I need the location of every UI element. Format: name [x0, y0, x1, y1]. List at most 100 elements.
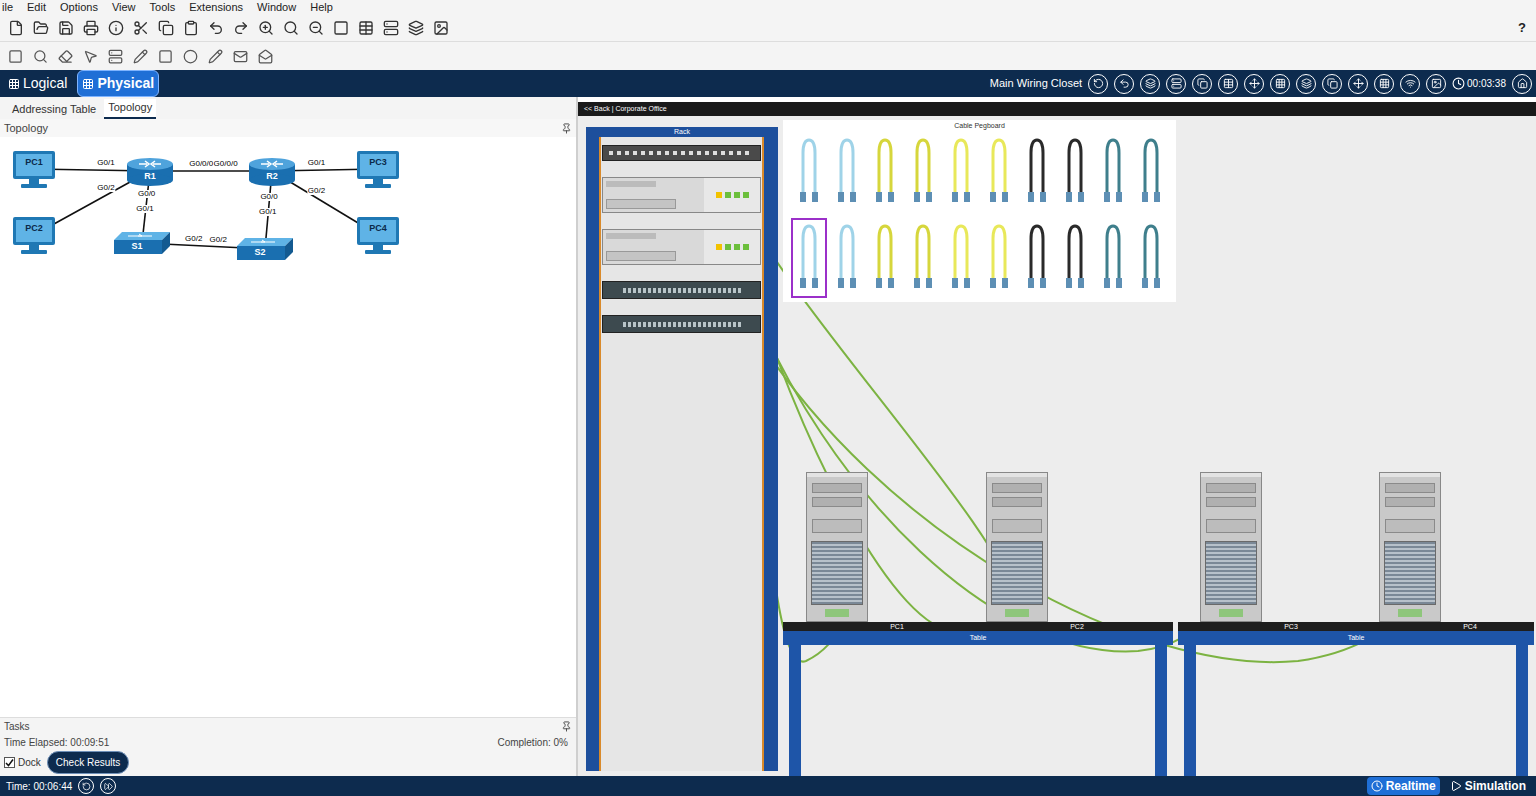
view-tab[interactable]: Logical — [4, 71, 71, 96]
workspace-button[interactable] — [1322, 74, 1342, 94]
pegboard-cable[interactable] — [791, 218, 827, 298]
pc-tower[interactable] — [806, 472, 868, 622]
menu-item[interactable]: Edit — [27, 2, 46, 13]
layers-icon[interactable] — [408, 20, 424, 36]
image-icon[interactable] — [433, 20, 449, 36]
check-results-button[interactable]: Check Results — [47, 751, 129, 774]
note-icon[interactable] — [108, 49, 123, 64]
switch-node[interactable]: S1 — [112, 230, 172, 256]
workspace-button[interactable] — [1140, 74, 1160, 94]
pc-node[interactable]: PC3 — [355, 149, 401, 189]
info-icon[interactable] — [108, 20, 124, 36]
view-tab[interactable]: Physical — [77, 70, 159, 97]
menu-item[interactable]: ile — [2, 2, 13, 13]
open-icon[interactable] — [33, 20, 49, 36]
simple-pdu-icon[interactable] — [233, 49, 248, 64]
workspace-button[interactable] — [1270, 74, 1290, 94]
line-icon[interactable] — [133, 49, 148, 64]
mode-button[interactable]: Realtime — [1367, 777, 1440, 795]
pegboard-cable[interactable] — [1057, 218, 1093, 298]
pc-node[interactable]: PC4 — [355, 215, 401, 255]
undo-icon[interactable] — [208, 20, 224, 36]
workspace-button[interactable] — [1244, 74, 1264, 94]
workspace-button[interactable] — [1296, 74, 1316, 94]
home-button[interactable] — [1512, 74, 1532, 94]
switch-node[interactable]: S2 — [235, 236, 295, 262]
panel-tab[interactable]: Topology — [104, 99, 156, 120]
rectangle-icon[interactable] — [158, 49, 173, 64]
workspace-button[interactable] — [1400, 74, 1420, 94]
copy-icon[interactable] — [158, 20, 174, 36]
pegboard-cable[interactable] — [981, 218, 1017, 298]
custom-device-icon[interactable] — [358, 20, 374, 36]
pc-node[interactable]: PC2 — [11, 215, 57, 255]
delete-icon[interactable] — [58, 49, 73, 64]
workspace-button[interactable] — [1348, 74, 1368, 94]
clock-button[interactable]: 00:03:38 — [1452, 76, 1506, 91]
mode-button[interactable]: Simulation — [1446, 777, 1530, 795]
dock-checkbox[interactable]: Dock — [4, 755, 41, 770]
save-icon[interactable] — [58, 20, 74, 36]
pegboard-cable[interactable] — [1095, 132, 1131, 212]
undock-icon[interactable] — [561, 123, 572, 134]
pegboard-cable[interactable] — [981, 132, 1017, 212]
help-button[interactable]: ? — [1518, 18, 1528, 38]
menu-item[interactable]: Tools — [150, 2, 176, 13]
workspace-button[interactable] — [1218, 74, 1238, 94]
pegboard-cable[interactable] — [791, 132, 827, 212]
workspace-button[interactable] — [1088, 74, 1108, 94]
workspace-button[interactable] — [1374, 74, 1394, 94]
pegboard-cable[interactable] — [867, 218, 903, 298]
pegboard-cable[interactable] — [829, 218, 865, 298]
panel-tab[interactable]: Addressing Table — [8, 101, 100, 120]
pegboard-cable[interactable] — [1019, 218, 1055, 298]
zoom-out-icon[interactable] — [308, 20, 324, 36]
pegboard-cable[interactable] — [905, 132, 941, 212]
pegboard-cable[interactable] — [1133, 218, 1169, 298]
resize-icon[interactable] — [83, 49, 98, 64]
pegboard-cable[interactable] — [943, 132, 979, 212]
pc-node[interactable]: PC1 — [11, 149, 57, 189]
pegboard-cable[interactable] — [1095, 218, 1131, 298]
router-node[interactable]: R2 — [247, 155, 297, 187]
paste-icon[interactable] — [183, 20, 199, 36]
inspect-icon[interactable] — [33, 49, 48, 64]
workspace-button[interactable] — [1192, 74, 1212, 94]
pegboard-cable[interactable] — [1057, 132, 1093, 212]
zoom-in-icon[interactable] — [258, 20, 274, 36]
pegboard-cable[interactable] — [943, 218, 979, 298]
new-file-icon[interactable] — [8, 20, 24, 36]
pc-tower[interactable] — [1379, 472, 1441, 622]
fast-forward-button[interactable] — [100, 778, 116, 794]
menu-item[interactable]: Help — [310, 2, 333, 13]
workspace-button[interactable] — [1166, 74, 1186, 94]
pegboard-cable[interactable] — [867, 132, 903, 212]
complex-pdu-icon[interactable] — [258, 49, 273, 64]
print-icon[interactable] — [83, 20, 99, 36]
cut-icon[interactable] — [133, 20, 149, 36]
pegboard-cable[interactable] — [1019, 132, 1055, 212]
select-icon[interactable] — [8, 49, 23, 64]
pegboard-cable[interactable] — [829, 132, 865, 212]
pegboard-cable[interactable] — [1133, 132, 1169, 212]
menu-item[interactable]: View — [112, 2, 136, 13]
menu-item[interactable]: Options — [60, 2, 98, 13]
drawing-palette-icon[interactable] — [333, 20, 349, 36]
router-device[interactable] — [602, 229, 761, 265]
router-device[interactable] — [602, 177, 761, 213]
redo-icon[interactable] — [233, 20, 249, 36]
ellipse-icon[interactable] — [183, 49, 198, 64]
workspace-button[interactable] — [1426, 74, 1446, 94]
menu-item[interactable]: Window — [257, 2, 296, 13]
workspace-button[interactable] — [1114, 74, 1134, 94]
switch-device[interactable] — [602, 315, 761, 333]
power-cycle-button[interactable] — [78, 778, 94, 794]
cluster-icon[interactable] — [383, 20, 399, 36]
menu-item[interactable]: Extensions — [189, 2, 243, 13]
router-node[interactable]: R1 — [125, 155, 175, 187]
pegboard-cable[interactable] — [905, 218, 941, 298]
zoom-reset-icon[interactable] — [283, 20, 299, 36]
patch-panel[interactable] — [602, 145, 761, 161]
switch-device[interactable] — [602, 281, 761, 299]
pc-tower[interactable] — [986, 472, 1048, 622]
